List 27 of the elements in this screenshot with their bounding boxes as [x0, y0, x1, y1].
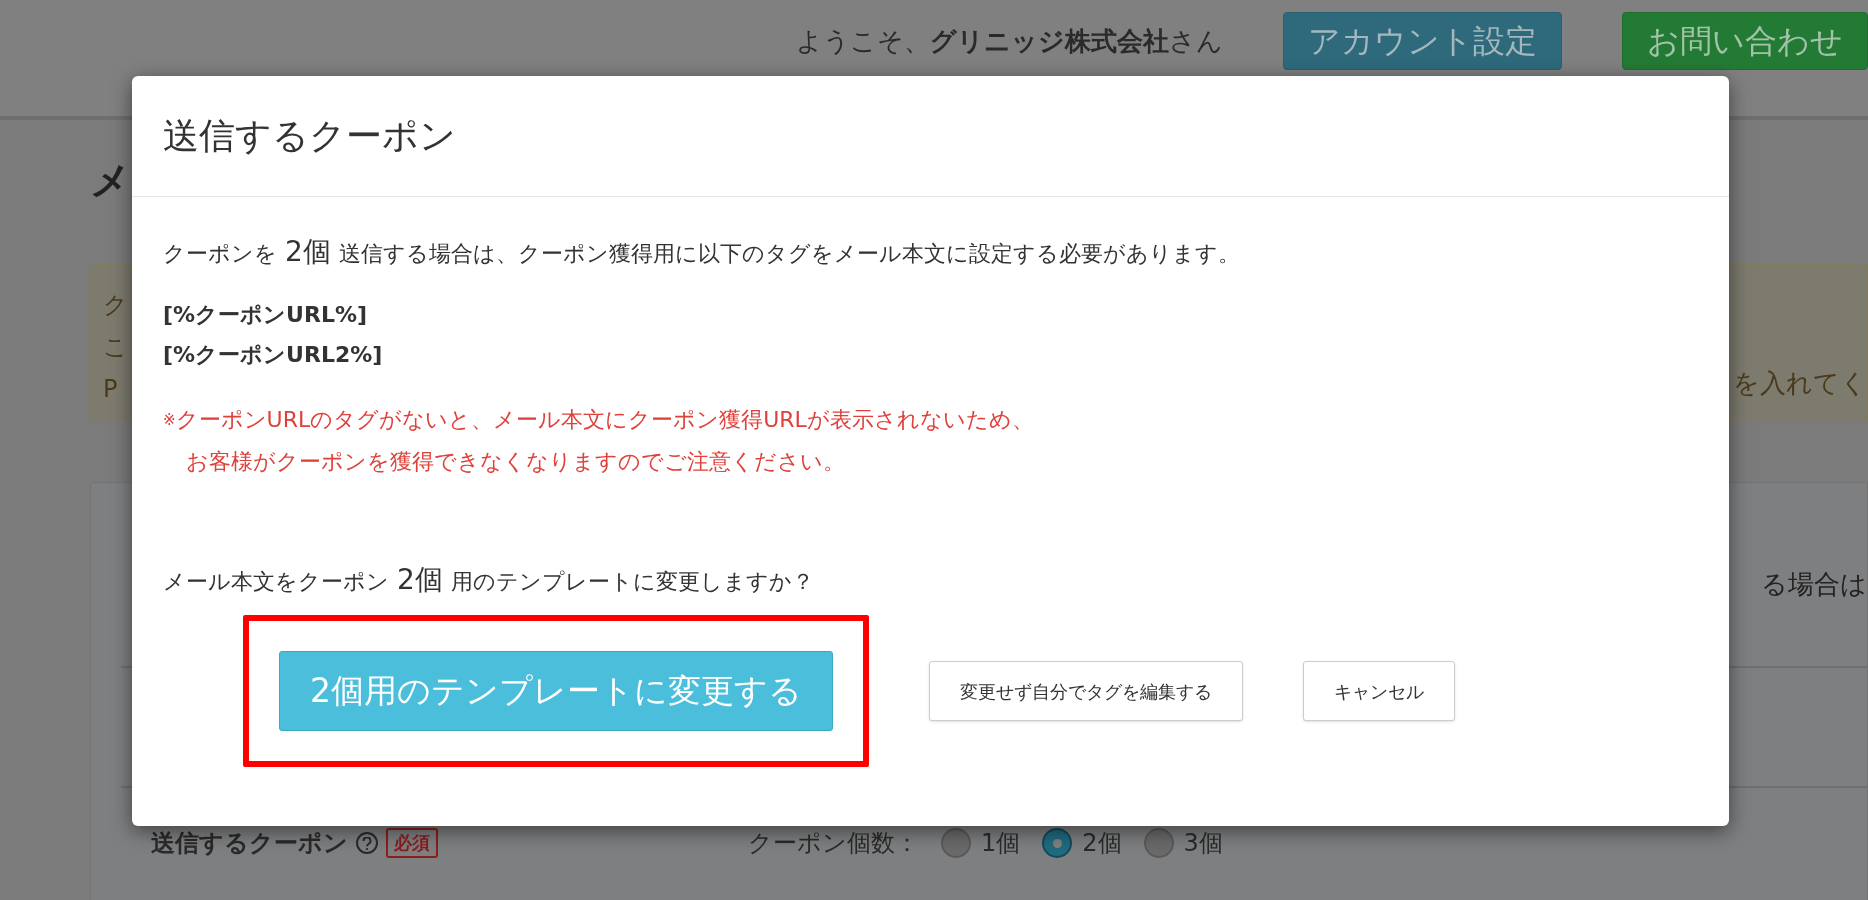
- field-label: 送信するクーポン: [151, 828, 348, 859]
- account-settings-button[interactable]: アカウント設定: [1283, 12, 1562, 70]
- coupon-tag: [%クーポンURL%]: [163, 295, 1698, 335]
- welcome-text: ようこそ、グリニッジ株式会社さん: [796, 25, 1223, 58]
- modal-message: クーポンを 2個 送信する場合は、クーポン獲得用に以下のタグをメール本文に設定する必要があります。: [163, 234, 1241, 270]
- alert-text: ク: [103, 290, 128, 321]
- warning-text: お客様がクーポンを獲得できなくなりますのでご注意ください。: [185, 448, 846, 476]
- help-icon[interactable]: [356, 832, 378, 854]
- alert-text: P: [103, 374, 119, 405]
- coupon-count-radio[interactable]: 3個: [1143, 825, 1223, 861]
- alert-text: こ: [103, 332, 128, 363]
- alert-text: を入れてく: [1733, 367, 1867, 400]
- note-mark: ※: [163, 410, 176, 431]
- modal-title: 送信するクーポン: [163, 114, 456, 158]
- coupon-count-label: クーポン個数：: [748, 828, 919, 859]
- confirm-question: メール本文をクーポン 2個 用のテンプレートに変更しますか？: [163, 562, 815, 598]
- coupon-tag: [%クーポンURL2%]: [163, 335, 1698, 375]
- coupon-count-radio[interactable]: 1個: [941, 825, 1021, 861]
- contact-button[interactable]: お問い合わせ: [1622, 12, 1868, 70]
- warning-text: クーポンURLのタグがないと、メール本文にクーポン獲得URLが表示されないため、: [175, 406, 1034, 434]
- form-text: る場合は: [1761, 568, 1867, 601]
- page-title: メ: [90, 160, 132, 200]
- coupon-count-radio[interactable]: 2個: [1042, 825, 1122, 861]
- modal-button[interactable]: 変更せず自分でタグを編集する: [929, 661, 1243, 721]
- required-badge: 必須: [386, 828, 438, 858]
- modal-button[interactable]: キャンセル: [1303, 661, 1455, 721]
- change-template-button[interactable]: 2個用のテンプレートに変更する: [279, 651, 833, 731]
